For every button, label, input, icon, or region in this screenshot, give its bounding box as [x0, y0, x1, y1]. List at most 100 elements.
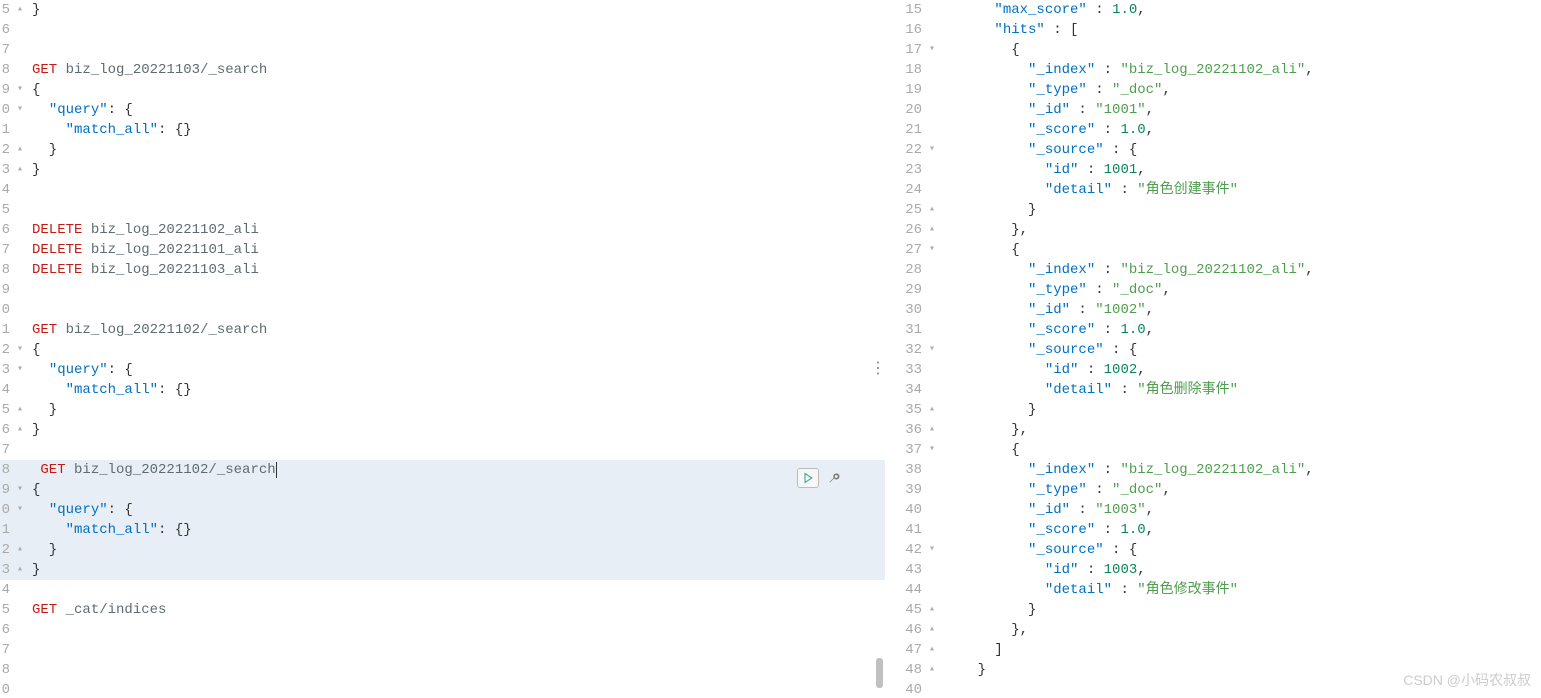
code-line[interactable]: 30 "_id" : "1002", — [886, 300, 1541, 320]
fold-toggle[interactable]: ▾ — [926, 340, 938, 360]
fold-toggle[interactable]: ▾ — [14, 100, 26, 120]
code-line[interactable]: 18 "_index" : "biz_log_20221102_ali", — [886, 60, 1541, 80]
code-line[interactable]: 1 "match_all": {} — [0, 520, 885, 540]
code-content[interactable]: "_index" : "biz_log_20221102_ali", — [938, 260, 1541, 280]
code-content[interactable]: "id" : 1001, — [938, 160, 1541, 180]
code-line[interactable]: 7DELETE biz_log_20221101_ali — [0, 240, 885, 260]
code-content[interactable]: "_score" : 1.0, — [938, 120, 1541, 140]
code-content[interactable]: { — [26, 340, 885, 360]
code-line[interactable]: 36▴ }, — [886, 420, 1541, 440]
code-content[interactable]: } — [26, 160, 885, 180]
code-line[interactable]: 5▴} — [0, 0, 885, 20]
code-content[interactable]: } — [26, 0, 885, 20]
code-content[interactable]: "query": { — [26, 100, 885, 120]
code-line[interactable]: 6▴} — [0, 420, 885, 440]
response-viewer-panel[interactable]: 15 "max_score" : 1.0,16 "hits" : [17▾ {1… — [885, 0, 1541, 698]
code-content[interactable]: } — [938, 400, 1541, 420]
code-content[interactable]: { — [938, 440, 1541, 460]
code-content[interactable]: "detail" : "角色修改事件" — [938, 580, 1541, 600]
code-content[interactable]: }, — [938, 620, 1541, 640]
code-line[interactable]: 0 — [0, 680, 885, 698]
code-content[interactable]: "max_score" : 1.0, — [938, 0, 1541, 20]
scrollbar-vertical[interactable] — [875, 0, 885, 698]
code-content[interactable]: "match_all": {} — [26, 120, 885, 140]
code-line[interactable]: 6 — [0, 20, 885, 40]
code-line[interactable]: 25▴ } — [886, 200, 1541, 220]
fold-toggle[interactable]: ▴ — [14, 420, 26, 440]
code-line[interactable]: 8GET biz_log_20221103/_search — [0, 60, 885, 80]
fold-toggle[interactable]: ▴ — [14, 400, 26, 420]
code-line[interactable]: 39 "_type" : "_doc", — [886, 480, 1541, 500]
code-content[interactable]: } — [26, 560, 885, 580]
fold-toggle[interactable]: ▴ — [926, 400, 938, 420]
code-line[interactable]: 35▴ } — [886, 400, 1541, 420]
fold-toggle[interactable]: ▴ — [926, 620, 938, 640]
code-line[interactable]: 23 "id" : 1001, — [886, 160, 1541, 180]
code-content[interactable]: "match_all": {} — [26, 520, 885, 540]
code-line[interactable]: 4 — [0, 580, 885, 600]
code-line[interactable]: 45▴ } — [886, 600, 1541, 620]
code-line[interactable]: 27▾ { — [886, 240, 1541, 260]
fold-toggle[interactable]: ▾ — [14, 80, 26, 100]
code-line[interactable]: 33 "id" : 1002, — [886, 360, 1541, 380]
code-line[interactable]: 20 "_id" : "1001", — [886, 100, 1541, 120]
code-line[interactable]: 2▴ } — [0, 140, 885, 160]
code-line[interactable]: 21 "_score" : 1.0, — [886, 120, 1541, 140]
code-line[interactable]: 5 — [0, 200, 885, 220]
code-content[interactable]: "detail" : "角色删除事件" — [938, 380, 1541, 400]
code-line[interactable]: 5GET _cat/indices — [0, 600, 885, 620]
code-line[interactable]: 19 "_type" : "_doc", — [886, 80, 1541, 100]
code-content[interactable]: "_source" : { — [938, 140, 1541, 160]
run-button[interactable] — [797, 468, 819, 488]
code-content[interactable]: GET biz_log_20221102/_search — [26, 460, 885, 480]
fold-toggle[interactable]: ▴ — [14, 160, 26, 180]
code-line[interactable]: 4 — [0, 180, 885, 200]
code-line[interactable]: 7 — [0, 440, 885, 460]
code-line[interactable]: 44 "detail" : "角色修改事件" — [886, 580, 1541, 600]
code-line[interactable]: 9▾{ — [0, 80, 885, 100]
code-content[interactable]: DELETE biz_log_20221102_ali — [26, 220, 885, 240]
code-content[interactable]: { — [938, 240, 1541, 260]
code-content[interactable]: "_source" : { — [938, 340, 1541, 360]
code-content[interactable]: "_id" : "1003", — [938, 500, 1541, 520]
code-content[interactable]: "_index" : "biz_log_20221102_ali", — [938, 60, 1541, 80]
code-line[interactable]: 17▾ { — [886, 40, 1541, 60]
code-content[interactable]: } — [26, 540, 885, 560]
fold-toggle[interactable]: ▴ — [926, 600, 938, 620]
fold-toggle[interactable]: ▴ — [14, 0, 26, 20]
code-line[interactable]: 3▴} — [0, 160, 885, 180]
code-line[interactable]: 3▴} — [0, 560, 885, 580]
code-line[interactable]: 29 "_type" : "_doc", — [886, 280, 1541, 300]
code-content[interactable]: }, — [938, 220, 1541, 240]
code-content[interactable]: } — [938, 200, 1541, 220]
code-line[interactable]: 37▾ { — [886, 440, 1541, 460]
code-line[interactable]: 22▾ "_source" : { — [886, 140, 1541, 160]
code-content[interactable]: DELETE biz_log_20221101_ali — [26, 240, 885, 260]
code-content[interactable]: "detail" : "角色创建事件" — [938, 180, 1541, 200]
code-content[interactable]: DELETE biz_log_20221103_ali — [26, 260, 885, 280]
code-line[interactable]: 47▴ ] — [886, 640, 1541, 660]
code-content[interactable]: } — [26, 400, 885, 420]
code-content[interactable]: "_type" : "_doc", — [938, 280, 1541, 300]
code-line[interactable]: 40 "_id" : "1003", — [886, 500, 1541, 520]
code-line[interactable]: 15 "max_score" : 1.0, — [886, 0, 1541, 20]
code-line[interactable]: 8 — [0, 660, 885, 680]
code-line[interactable]: 32▾ "_source" : { — [886, 340, 1541, 360]
code-line[interactable]: 4 "match_all": {} — [0, 380, 885, 400]
code-content[interactable]: "hits" : [ — [938, 20, 1541, 40]
code-line[interactable]: 0 — [0, 300, 885, 320]
code-line[interactable]: 0▾ "query": { — [0, 500, 885, 520]
wrench-button[interactable] — [823, 468, 845, 488]
code-line[interactable]: 9 — [0, 280, 885, 300]
code-content[interactable]: "_type" : "_doc", — [938, 480, 1541, 500]
code-content[interactable]: "match_all": {} — [26, 380, 885, 400]
code-line[interactable]: 43 "id" : 1003, — [886, 560, 1541, 580]
code-line[interactable]: 8 GET biz_log_20221102/_search — [0, 460, 885, 480]
code-line[interactable]: 1 "match_all": {} — [0, 120, 885, 140]
code-line[interactable]: 5▴ } — [0, 400, 885, 420]
fold-toggle[interactable]: ▾ — [926, 240, 938, 260]
fold-toggle[interactable]: ▴ — [926, 640, 938, 660]
code-content[interactable]: GET _cat/indices — [26, 600, 885, 620]
code-content[interactable]: "id" : 1002, — [938, 360, 1541, 380]
fold-toggle[interactable]: ▴ — [926, 420, 938, 440]
